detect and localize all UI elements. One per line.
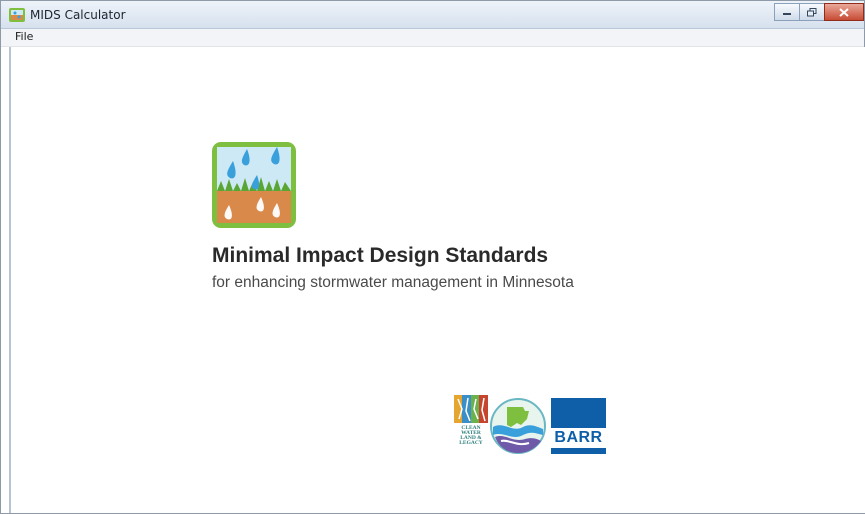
clean-water-label: CLEAN WATER LAND & LEGACY	[459, 425, 483, 446]
barr-logo-text: BARR	[554, 429, 603, 446]
splash-heading: Minimal Impact Design Standards	[212, 244, 549, 267]
minnesota-circle-logo-icon	[490, 398, 546, 454]
mids-logo-icon	[212, 142, 296, 228]
minimize-icon	[783, 13, 791, 15]
window-title: MIDS Calculator	[30, 8, 126, 22]
menu-file[interactable]: File	[15, 30, 33, 43]
menu-bar: File	[1, 29, 864, 47]
splash-subheading: for enhancing stormwater management in M…	[212, 274, 574, 291]
app-window: MIDS Calculator File Minimal Impact Desi…	[0, 0, 865, 514]
app-icon	[9, 8, 25, 22]
restore-button[interactable]	[799, 3, 825, 21]
window-controls	[774, 3, 864, 21]
title-bar[interactable]: MIDS Calculator	[1, 1, 864, 29]
minimize-button[interactable]	[774, 3, 800, 21]
barr-logo: BARR	[551, 398, 606, 454]
close-icon	[839, 7, 849, 17]
restore-icon	[807, 7, 817, 16]
close-button[interactable]	[824, 3, 864, 21]
